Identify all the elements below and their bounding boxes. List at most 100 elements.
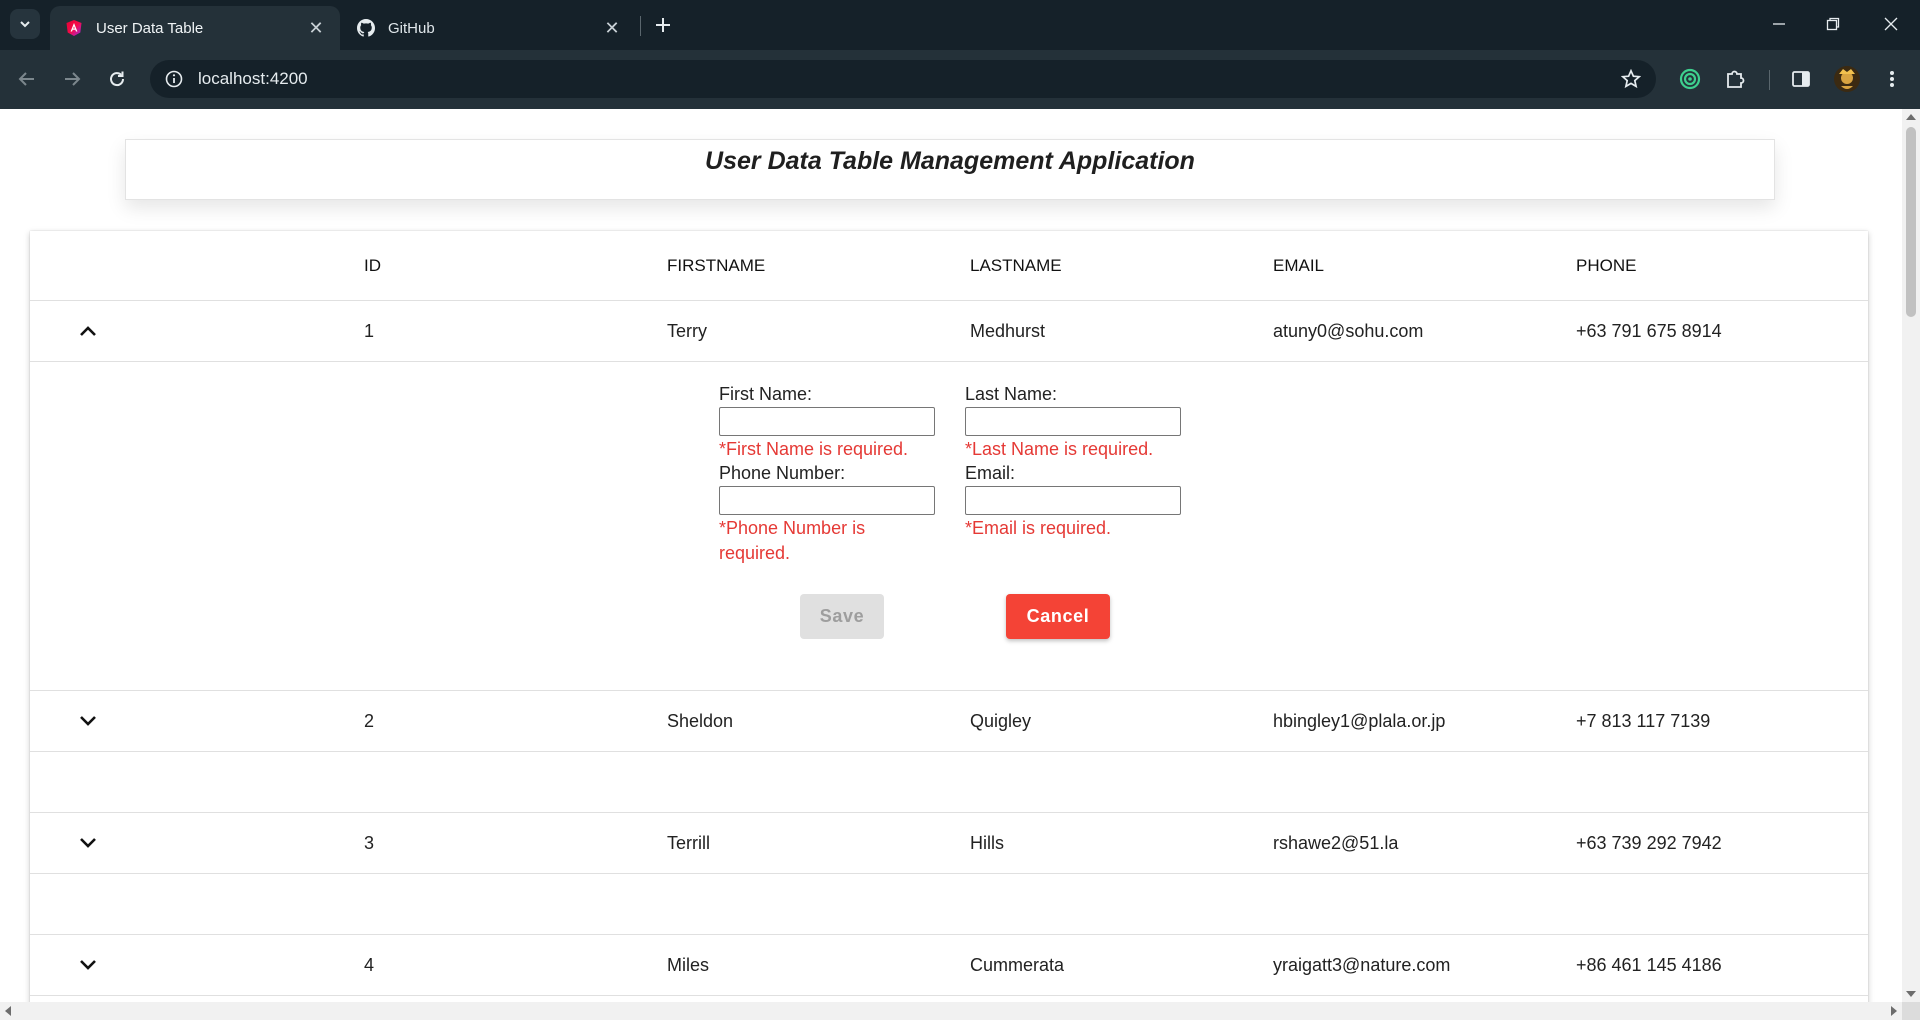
cell-lastname: Cummerata [970,955,1065,975]
cell-phone: +86 461 145 4186 [1576,955,1722,975]
scrollbar-corner [1902,1002,1920,1020]
row-detail-collapsed [30,752,1868,813]
more-menu-icon[interactable] [1876,63,1908,95]
cell-lastname: Hills [970,833,1004,853]
extensions-puzzle-icon[interactable] [1719,63,1751,95]
phone-number-error-continued: required. [719,543,791,563]
cell-id: 1 [364,321,375,341]
arrow-right-icon [65,72,81,86]
email-input[interactable] [965,486,1181,515]
phone-number-error: *Phone Number is [719,518,866,538]
address-bar[interactable]: localhost:4200 [150,60,1656,98]
cell-email: rshawe2@51.la [1273,833,1399,853]
chevron-down-icon[interactable] [76,709,100,733]
cell-id: 3 [364,833,375,853]
chevron-down-icon[interactable] [76,831,100,855]
cell-email: atuny0@sohu.com [1273,321,1424,341]
bookmark-star-icon[interactable] [1620,68,1642,90]
close-icon [1884,17,1898,31]
chevron-down-icon[interactable] [76,953,100,977]
horizontal-scrollbar[interactable] [0,1002,1902,1020]
cell-phone: +63 739 292 7942 [1576,833,1722,853]
scroll-down-arrow-icon[interactable] [1906,991,1916,997]
close-tab-icon[interactable]: ✕ [306,18,326,38]
site-info-icon[interactable] [156,61,192,97]
first-name-error: *First Name is required. [719,439,909,459]
first-name-input[interactable] [719,407,935,436]
new-tab-button[interactable] [648,10,678,40]
tab-separator [640,16,641,36]
tab-user-data-table[interactable]: User Data Table ✕ [50,6,340,50]
row-detail-collapsed [30,874,1868,935]
cell-lastname: Medhurst [970,321,1046,341]
save-button[interactable]: Save [800,594,884,639]
minimize-button[interactable] [1756,8,1802,40]
column-header-firstname: FIRSTNAME [667,256,766,275]
profile-avatar-icon[interactable] [1831,63,1863,95]
reload-button[interactable] [100,62,134,96]
last-name-error: *Last Name is required. [965,439,1154,459]
first-name-label: First Name: [719,384,813,404]
cell-firstname: Sheldon [667,711,734,731]
scrollbar-thumb[interactable] [1906,127,1916,317]
tab-title: GitHub [388,19,435,37]
side-panel-icon[interactable] [1785,63,1817,95]
table-row[interactable]: 2 Sheldon Quigley hbingley1@plala.or.jp … [30,691,1868,752]
cell-id: 2 [364,711,375,731]
browser-tab-bar: User Data Table ✕ GitHub ✕ [0,0,1920,50]
toolbar-separator [1769,70,1770,90]
browser-toolbar: localhost:4200 [0,50,1920,109]
forward-button[interactable] [55,62,89,96]
cell-firstname: Terrill [667,833,710,853]
cell-email: hbingley1@plala.or.jp [1273,711,1446,731]
last-name-input[interactable] [965,407,1181,436]
cancel-button[interactable]: Cancel [1006,594,1110,639]
app-header: User Data Table Management Application [125,139,1775,200]
back-button[interactable] [10,62,44,96]
reload-icon [110,71,125,87]
column-header-phone: PHONE [1576,256,1637,275]
close-window-button[interactable] [1868,8,1914,40]
phone-number-input[interactable] [719,486,935,515]
github-icon [356,18,376,38]
page-viewport: User Data Table Management Application I… [0,109,1902,1002]
cell-firstname: Miles [667,955,710,975]
cell-email: yraigatt3@nature.com [1273,955,1451,975]
vertical-scrollbar[interactable] [1902,109,1920,1002]
chevron-up-icon[interactable] [76,319,100,343]
cell-phone: +7 813 117 7139 [1576,711,1711,731]
table-row[interactable]: 3 Terrill Hills rshawe2@51.la +63 739 29… [30,813,1868,874]
tab-title: User Data Table [96,19,204,37]
restore-icon [1826,17,1840,31]
table-header-row: ID FIRSTNAME LASTNAME EMAIL PHONE [30,231,1868,301]
minimize-icon [1773,23,1785,25]
restore-button[interactable] [1810,8,1856,40]
plus-icon [656,18,670,32]
arrow-left-icon [18,72,34,86]
column-header-email: EMAIL [1273,256,1325,275]
cell-firstname: Terry [667,321,707,341]
cell-phone: +63 791 675 8914 [1576,321,1722,341]
tab-github[interactable]: GitHub ✕ [342,6,636,50]
last-name-label: Last Name: [965,384,1058,404]
column-header-lastname: LASTNAME [970,256,1062,275]
cell-lastname: Quigley [970,711,1032,731]
user-data-table: ID FIRSTNAME LASTNAME EMAIL PHONE 1 Terr… [30,231,1868,1002]
row-edit-panel: First Name: *First Name is required. Las… [30,362,1868,691]
email-label: Email: [965,463,1016,483]
table-row[interactable]: 4 Miles Cummerata yraigatt3@nature.com +… [30,935,1868,996]
phone-number-label: Phone Number: [719,463,846,483]
close-tab-icon[interactable]: ✕ [602,18,622,38]
column-header-id: ID [364,256,381,275]
email-error: *Email is required. [965,518,1112,538]
scroll-left-arrow-icon[interactable] [5,1006,11,1016]
table-row[interactable]: 1 Terry Medhurst atuny0@sohu.com +63 791… [30,301,1868,362]
cell-id: 4 [364,955,375,975]
tab-search-button[interactable] [10,9,40,39]
scroll-right-arrow-icon[interactable] [1891,1006,1897,1016]
url-text: localhost:4200 [198,69,308,88]
angular-icon [64,18,84,38]
extension-target-icon[interactable] [1674,63,1706,95]
scroll-up-arrow-icon[interactable] [1906,114,1916,120]
page-title: User Data Table Management Application [705,147,1195,175]
